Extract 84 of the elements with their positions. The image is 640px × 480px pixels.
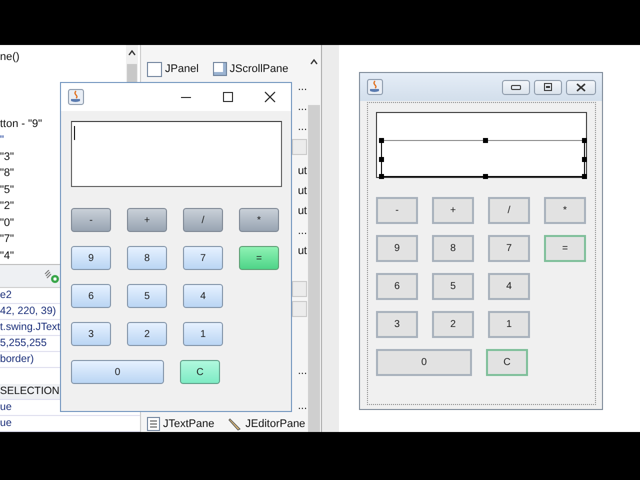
calculator-button[interactable]: / (488, 197, 530, 224)
maximize-icon[interactable] (222, 91, 234, 103)
scroll-up-icon[interactable] (310, 59, 318, 65)
calculator-button[interactable]: 3 (376, 311, 418, 338)
close-button[interactable] (566, 80, 596, 94)
palette-item[interactable]: ... (298, 400, 307, 412)
pencil-icon (228, 417, 242, 431)
calculator-button[interactable]: C (180, 360, 220, 384)
navigator-item[interactable]: tton - "9" (0, 116, 42, 132)
calculator-button[interactable]: 7 (488, 235, 530, 262)
palette-item[interactable]: ut (298, 245, 307, 257)
calculator-button[interactable]: C (486, 349, 528, 376)
navigator-item[interactable]: "0" (0, 214, 14, 231)
calculator-button[interactable]: 8 (127, 246, 167, 270)
palette-item[interactable]: ... (298, 121, 307, 133)
calculator-button[interactable]: 2 (432, 311, 474, 338)
scroll-pane-icon (212, 62, 227, 76)
palette-item[interactable]: ... (298, 101, 307, 113)
palette-item[interactable]: JTextPane (147, 417, 214, 431)
calculator-button[interactable]: 6 (71, 284, 111, 308)
calculator-button[interactable]: 0 (376, 349, 472, 376)
palette-item[interactable]: ut (298, 165, 307, 177)
close-icon (575, 82, 587, 92)
calculator-button[interactable]: 7 (183, 246, 223, 270)
property-value[interactable]: 42, 220, 39) (0, 304, 56, 319)
property-value[interactable]: e2 (0, 288, 12, 303)
close-icon[interactable] (264, 91, 276, 103)
calculator-button[interactable]: 1 (183, 322, 223, 346)
calculator-button[interactable]: 6 (376, 273, 418, 300)
palette-item[interactable]: ut (298, 185, 307, 197)
property-value[interactable]: 5,255,255 (0, 336, 47, 351)
palette-item[interactable]: ... (298, 225, 307, 237)
calculator-button[interactable]: - (71, 208, 111, 232)
navigator-item[interactable]: ne() (0, 49, 20, 66)
calculator-button[interactable]: 9 (376, 235, 418, 262)
navigator-item[interactable]: "4" (0, 248, 14, 264)
display-field[interactable] (71, 121, 282, 187)
navigator-item[interactable]: "8" (0, 165, 14, 182)
minimize-button[interactable] (502, 80, 530, 94)
maximize-button[interactable] (534, 80, 562, 94)
restore-icon (542, 83, 554, 91)
calculator-button[interactable]: = (544, 235, 586, 262)
refresh-icon[interactable] (44, 270, 60, 284)
property-value[interactable]: t.swing.JText (0, 320, 60, 335)
palette-item[interactable]: JScrollPane (212, 62, 288, 76)
navigator-item[interactable]: "5" (0, 182, 14, 198)
palette-item[interactable]: JEditorPane (228, 417, 306, 431)
calculator-button[interactable]: * (239, 208, 279, 232)
text-cursor (74, 126, 75, 140)
scroll-up-icon[interactable] (128, 50, 136, 56)
scrollbar-thumb[interactable] (308, 105, 320, 432)
coffee-cup-icon (367, 79, 383, 95)
calculator-button[interactable]: + (432, 197, 474, 224)
calculator-button[interactable]: * (544, 197, 586, 224)
palette-item[interactable]: ... (298, 81, 307, 93)
calculator-button[interactable]: 0 (71, 360, 164, 384)
property-value[interactable]: border) (0, 352, 34, 367)
palette-item[interactable]: ... (298, 365, 307, 377)
panel-icon (147, 62, 162, 76)
calculator-button[interactable]: 9 (71, 246, 111, 270)
navigator-item[interactable]: "3" (0, 148, 14, 165)
navigator-item[interactable]: "2" (0, 198, 14, 214)
navigator-item[interactable]: "7" (0, 231, 14, 248)
calculator-button[interactable]: + (127, 208, 167, 232)
navigator-item[interactable]: " (0, 132, 4, 148)
display-field[interactable] (376, 112, 587, 178)
calculator-button[interactable]: 8 (432, 235, 474, 262)
calculator-button[interactable]: 1 (488, 311, 530, 338)
calculator-button[interactable]: 4 (183, 284, 223, 308)
calculator-button[interactable]: 5 (432, 273, 474, 300)
calculator-button[interactable]: 4 (488, 273, 530, 300)
scrollbar-thumb[interactable] (127, 64, 137, 84)
calculator-button[interactable]: 3 (71, 322, 111, 346)
minimize-icon (510, 83, 522, 91)
coffee-cup-icon (68, 89, 84, 105)
property-value[interactable]: ue (0, 416, 12, 431)
calculator-button[interactable]: 2 (127, 322, 167, 346)
calculator-button[interactable]: - (376, 197, 418, 224)
calculator-button[interactable]: 5 (127, 284, 167, 308)
calculator-button[interactable]: / (183, 208, 223, 232)
calculator-button[interactable]: = (239, 246, 279, 270)
palette-item[interactable]: ut (298, 205, 307, 217)
palette-item[interactable]: JPanel (147, 62, 199, 76)
property-value[interactable]: ue (0, 400, 12, 415)
